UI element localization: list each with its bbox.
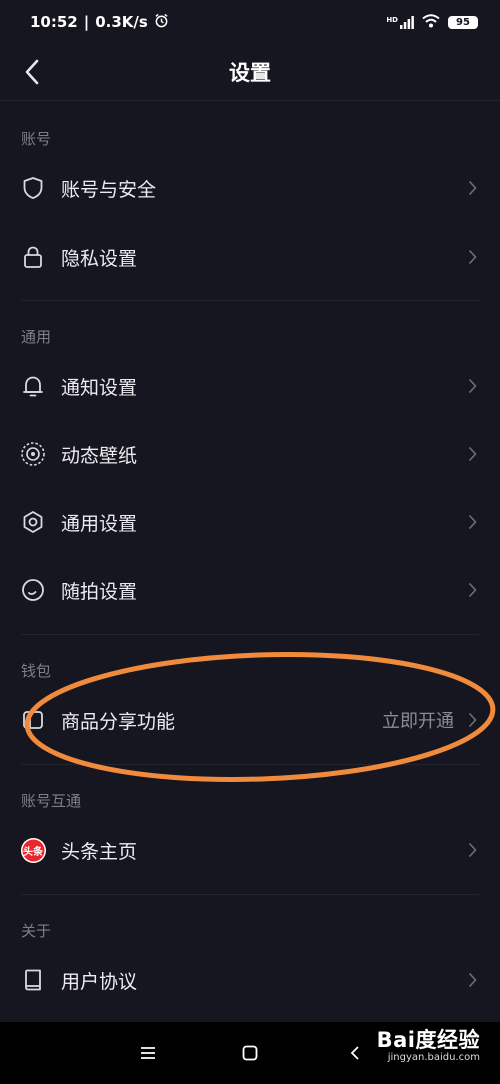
alarm-icon [154, 13, 169, 32]
section-divider [21, 894, 479, 895]
row-label: 账号与安全 [61, 178, 157, 201]
chevron-right-icon [466, 512, 478, 532]
menu-button[interactable] [133, 1040, 163, 1066]
home-button[interactable] [235, 1040, 265, 1066]
battery-indicator: 95 [448, 15, 478, 29]
watermark-logo: Bai度经验 [376, 1028, 480, 1052]
status-bar: 10:52 | 0.3K/s HD 95 [0, 0, 500, 44]
hd-label: HD [386, 15, 398, 24]
chevron-right-icon [466, 178, 478, 198]
row-label: 用户协议 [61, 970, 138, 993]
status-left: 10:52 | 0.3K/s [30, 13, 169, 32]
row-goods-share[interactable]: 商品分享功能 立即开通 [0, 688, 500, 752]
bell-icon [20, 373, 46, 399]
chevron-right-icon [466, 376, 478, 396]
section-header-wallet: 钱包 [21, 662, 52, 680]
row-notification-settings[interactable]: 通知设置 [0, 354, 500, 418]
settings-screen: 10:52 | 0.3K/s HD 95 设置 账号 账号与安全 隐私设置 通用… [0, 0, 500, 1022]
shield-icon [20, 175, 46, 201]
activate-now-link[interactable]: 立即开通 [382, 707, 454, 733]
goods-share-icon [20, 707, 46, 733]
row-label: 隐私设置 [61, 247, 138, 270]
wallpaper-icon [20, 441, 46, 467]
chevron-right-icon [466, 710, 478, 730]
row-general-settings[interactable]: 通用设置 [0, 490, 500, 554]
section-divider [21, 634, 479, 635]
row-label: 通用设置 [61, 512, 138, 535]
title-bar: 设置 [0, 44, 500, 101]
toutiao-icon: 头条 [20, 837, 46, 863]
section-header-linked-accounts: 账号互通 [21, 792, 82, 810]
book-icon [20, 967, 46, 993]
section-header-account: 账号 [21, 130, 52, 148]
row-quick-shoot-settings[interactable]: 随拍设置 [0, 558, 500, 622]
page-title: 设置 [229, 61, 271, 85]
status-time: 10:52 [30, 13, 78, 31]
chevron-right-icon [466, 444, 478, 464]
chevron-right-icon [466, 580, 478, 600]
lock-icon [20, 244, 46, 270]
row-toutiao-homepage[interactable]: 头条 头条主页 [0, 818, 500, 882]
chevron-right-icon [466, 970, 478, 990]
row-label: 通知设置 [61, 376, 138, 399]
section-header-general: 通用 [21, 328, 52, 346]
section-divider [21, 764, 479, 765]
network-speed: 0.3K/s [95, 13, 148, 31]
row-label: 随拍设置 [61, 580, 138, 603]
row-label: 动态壁纸 [61, 444, 138, 467]
status-right: HD 95 [386, 13, 478, 31]
row-label: 头条主页 [61, 840, 138, 863]
chevron-right-icon [466, 840, 478, 860]
baidu-jingyan-watermark: Bai度经验 jingyan.baidu.com [377, 1024, 480, 1063]
row-account-security[interactable]: 账号与安全 [0, 156, 500, 220]
chevron-right-icon [466, 247, 478, 267]
section-header-about: 关于 [21, 922, 52, 940]
camera-circle-icon [20, 577, 46, 603]
toutiao-badge: 头条 [20, 837, 46, 863]
menu-icon [141, 1047, 155, 1059]
row-user-agreement[interactable]: 用户协议 [0, 948, 500, 1012]
nav-back-icon [350, 1046, 359, 1060]
home-square-icon [242, 1045, 258, 1061]
row-label: 商品分享功能 [61, 710, 176, 733]
row-privacy-settings[interactable]: 隐私设置 [0, 225, 500, 289]
signal-icon: HD [386, 15, 414, 29]
watermark-url: jingyan.baidu.com [387, 1052, 480, 1063]
wifi-icon [422, 13, 440, 31]
row-live-wallpaper[interactable]: 动态壁纸 [0, 422, 500, 486]
status-separator: | [83, 13, 90, 31]
gear-icon [20, 509, 46, 535]
section-divider [21, 300, 479, 301]
nav-back-button[interactable] [340, 1040, 370, 1066]
